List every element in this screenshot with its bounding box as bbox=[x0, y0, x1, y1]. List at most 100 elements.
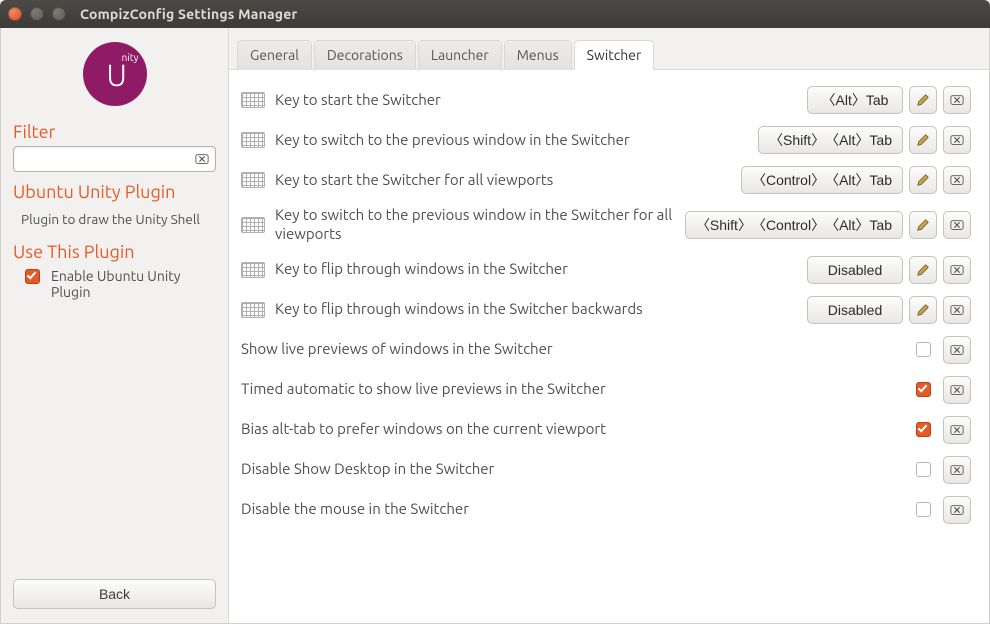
maximize-icon[interactable] bbox=[52, 7, 66, 21]
pencil-icon bbox=[916, 173, 930, 187]
reset-icon bbox=[950, 464, 964, 476]
plugin-heading: Ubuntu Unity Plugin bbox=[13, 182, 216, 202]
reset-button[interactable] bbox=[943, 496, 971, 524]
key-row-label: Key to start the Switcher bbox=[275, 91, 797, 110]
reset-icon bbox=[950, 384, 964, 396]
bool-row-label: Bias alt-tab to prefer windows on the cu… bbox=[241, 420, 899, 439]
pencil-icon bbox=[916, 218, 930, 232]
key-row-label: Key to flip through windows in the Switc… bbox=[275, 300, 797, 319]
edit-button[interactable] bbox=[909, 86, 937, 114]
pencil-icon bbox=[916, 263, 930, 277]
unity-logo-icon bbox=[83, 42, 147, 106]
key-row-label: Key to flip through windows in the Switc… bbox=[275, 260, 797, 279]
key-row: Key to flip through windows in the Switc… bbox=[239, 290, 973, 330]
reset-button[interactable] bbox=[943, 456, 971, 484]
tab-general[interactable]: General bbox=[237, 40, 312, 70]
tab-launcher[interactable]: Launcher bbox=[418, 40, 502, 70]
tab-switcher[interactable]: Switcher bbox=[574, 40, 655, 70]
keybinding-button[interactable]: Disabled bbox=[807, 296, 903, 324]
bool-row: Show live previews of windows in the Swi… bbox=[239, 330, 973, 370]
bool-row: Bias alt-tab to prefer windows on the cu… bbox=[239, 410, 973, 450]
keyboard-icon bbox=[241, 132, 265, 148]
filter-clear-icon[interactable] bbox=[193, 150, 211, 168]
edit-button[interactable] bbox=[909, 256, 937, 284]
key-row: Key to flip through windows in the Switc… bbox=[239, 250, 973, 290]
bool-checkbox[interactable] bbox=[916, 382, 931, 397]
keyboard-icon bbox=[241, 262, 265, 278]
back-button[interactable]: Back bbox=[13, 579, 216, 609]
settings-pane: Key to start the Switcher 〈Alt〉Tab Key t… bbox=[229, 70, 989, 623]
enable-plugin-label: Enable Ubuntu Unity Plugin bbox=[51, 268, 216, 300]
bool-row: Disable Show Desktop in the Switcher bbox=[239, 450, 973, 490]
reset-icon bbox=[950, 424, 964, 436]
bool-row-label: Show live previews of windows in the Swi… bbox=[241, 340, 899, 359]
reset-button[interactable] bbox=[943, 336, 971, 364]
keybinding-button[interactable]: 〈Alt〉Tab bbox=[807, 86, 903, 114]
reset-button[interactable] bbox=[943, 126, 971, 154]
pencil-icon bbox=[916, 93, 930, 107]
plugin-logo bbox=[13, 36, 216, 116]
reset-icon bbox=[950, 344, 964, 356]
bool-checkbox[interactable] bbox=[916, 422, 931, 437]
pencil-icon bbox=[916, 303, 930, 317]
keybinding-button[interactable]: 〈Control〉〈Alt〉Tab bbox=[741, 166, 903, 194]
reset-button[interactable] bbox=[943, 376, 971, 404]
keyboard-icon bbox=[241, 217, 265, 233]
keyboard-icon bbox=[241, 92, 265, 108]
reset-button[interactable] bbox=[943, 166, 971, 194]
keyboard-icon bbox=[241, 302, 265, 318]
reset-button[interactable] bbox=[943, 211, 971, 239]
window-title: CompizConfig Settings Manager bbox=[80, 6, 297, 22]
edit-button[interactable] bbox=[909, 126, 937, 154]
key-row: Key to start the Switcher for all viewpo… bbox=[239, 160, 973, 200]
reset-icon bbox=[950, 94, 964, 106]
edit-button[interactable] bbox=[909, 211, 937, 239]
enable-plugin-row[interactable]: Enable Ubuntu Unity Plugin bbox=[13, 266, 216, 300]
bool-row-label: Disable Show Desktop in the Switcher bbox=[241, 460, 899, 479]
close-icon[interactable] bbox=[8, 7, 22, 21]
edit-button[interactable] bbox=[909, 166, 937, 194]
filter-input[interactable] bbox=[20, 150, 191, 168]
keyboard-icon bbox=[241, 172, 265, 188]
reset-button[interactable] bbox=[943, 86, 971, 114]
key-row-label: Key to start the Switcher for all viewpo… bbox=[275, 171, 731, 190]
tab-decorations[interactable]: Decorations bbox=[314, 40, 416, 70]
reset-icon bbox=[950, 134, 964, 146]
filter-heading: Filter bbox=[13, 122, 216, 142]
reset-icon bbox=[950, 304, 964, 316]
edit-button[interactable] bbox=[909, 296, 937, 324]
key-row-label: Key to switch to the previous window in … bbox=[275, 206, 675, 244]
reset-icon bbox=[950, 504, 964, 516]
bool-checkbox[interactable] bbox=[916, 342, 931, 357]
bool-checkbox[interactable] bbox=[916, 502, 931, 517]
use-plugin-heading: Use This Plugin bbox=[13, 242, 216, 262]
bool-row-label: Timed automatic to show live previews in… bbox=[241, 380, 899, 399]
tab-bar: General Decorations Launcher Menus Switc… bbox=[229, 28, 989, 70]
bool-checkbox[interactable] bbox=[916, 462, 931, 477]
plugin-description: Plugin to draw the Unity Shell bbox=[13, 206, 216, 232]
tab-menus[interactable]: Menus bbox=[504, 40, 572, 70]
keybinding-button[interactable]: 〈Shift〉〈Control〉〈Alt〉Tab bbox=[685, 211, 903, 239]
bool-row-label: Disable the mouse in the Switcher bbox=[241, 500, 899, 519]
pencil-icon bbox=[916, 133, 930, 147]
bool-row: Timed automatic to show live previews in… bbox=[239, 370, 973, 410]
reset-icon bbox=[950, 264, 964, 276]
key-row: Key to switch to the previous window in … bbox=[239, 200, 973, 250]
reset-icon bbox=[950, 174, 964, 186]
keybinding-button[interactable]: 〈Shift〉〈Alt〉Tab bbox=[758, 126, 903, 154]
keybinding-button[interactable]: Disabled bbox=[807, 256, 903, 284]
reset-button[interactable] bbox=[943, 416, 971, 444]
key-row: Key to start the Switcher 〈Alt〉Tab bbox=[239, 80, 973, 120]
enable-plugin-checkbox[interactable] bbox=[25, 269, 40, 284]
titlebar: CompizConfig Settings Manager bbox=[0, 0, 990, 28]
bool-row: Disable the mouse in the Switcher bbox=[239, 490, 973, 530]
sidebar: Filter Ubuntu Unity Plugin Plugin to dra… bbox=[1, 28, 229, 623]
content-pane: General Decorations Launcher Menus Switc… bbox=[229, 28, 989, 623]
reset-button[interactable] bbox=[943, 296, 971, 324]
filter-field-wrap bbox=[13, 146, 216, 172]
key-row: Key to switch to the previous window in … bbox=[239, 120, 973, 160]
reset-button[interactable] bbox=[943, 256, 971, 284]
reset-icon bbox=[950, 219, 964, 231]
key-row-label: Key to switch to the previous window in … bbox=[275, 131, 748, 150]
minimize-icon[interactable] bbox=[30, 7, 44, 21]
